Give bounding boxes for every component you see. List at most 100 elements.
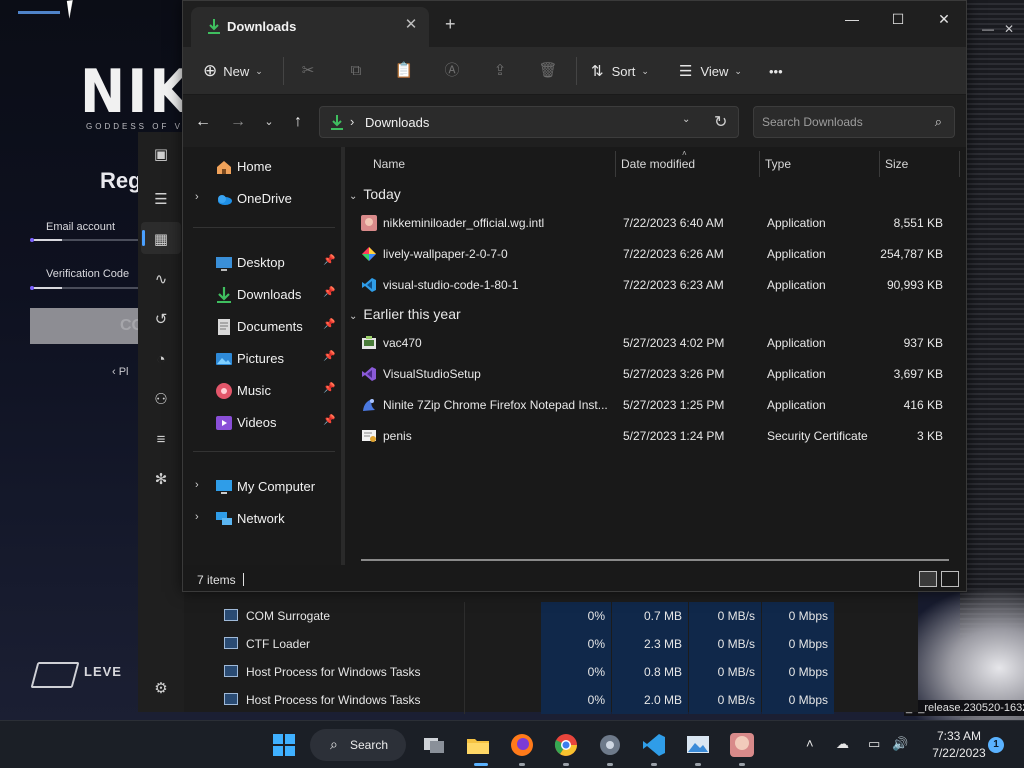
previous-link[interactable]: ‹ Pl xyxy=(112,366,129,378)
nav-item-onedrive[interactable]: › OneDrive xyxy=(183,185,341,213)
file-row[interactable]: penis 5/27/2023 1:24 PM Security Certifi… xyxy=(355,422,955,450)
nav-item-home[interactable]: Home xyxy=(183,153,341,181)
show-hidden-icons-chevron-icon[interactable]: ˄ xyxy=(806,736,814,751)
file-row[interactable]: nikkeminiloader_official.wg.intl 7/22/20… xyxy=(355,209,955,237)
clock-date[interactable]: 7/22/2023 xyxy=(930,746,988,760)
cut-icon[interactable]: ✂ xyxy=(296,59,320,83)
rename-icon[interactable]: Ⓐ xyxy=(440,59,464,83)
launcher-minimize-button[interactable]: — xyxy=(982,22,994,36)
refresh-icon[interactable]: ↻ xyxy=(714,112,727,132)
photo-viewer-icon[interactable] xyxy=(684,731,712,759)
nav-item-downloads[interactable]: Downloads 📌 xyxy=(183,281,341,309)
task-row[interactable]: CTF Loader 0% 2.3 MB 0 MB/s 0 Mbps xyxy=(184,630,918,658)
settings-gear-icon[interactable]: ⚙ xyxy=(151,678,171,698)
nav-item-my-computer[interactable]: › My Computer xyxy=(183,473,341,501)
volume-icon[interactable]: 🔊 xyxy=(892,736,908,752)
verification-field[interactable] xyxy=(34,287,144,289)
expand-chevron-icon[interactable]: › xyxy=(195,511,199,523)
share-icon[interactable]: ⇪ xyxy=(488,59,512,83)
task-row[interactable]: COM Surrogate 0% 0.7 MB 0 MB/s 0 Mbps xyxy=(184,602,918,630)
column-header-size[interactable]: Size xyxy=(885,157,908,171)
hamburger-menu-icon[interactable]: ☰ xyxy=(151,189,171,209)
recent-locations-icon[interactable]: ⌄ xyxy=(257,111,281,133)
new-tab-icon[interactable]: + xyxy=(445,15,456,33)
processes-icon[interactable]: ▦ xyxy=(151,229,171,249)
startup-apps-icon[interactable]: ◔ xyxy=(151,349,171,369)
close-button[interactable]: ✕ xyxy=(921,7,967,33)
file-row[interactable]: Ninite 7Zip Chrome Firefox Notepad Inst.… xyxy=(355,391,955,419)
tab-close-icon[interactable]: ✕ xyxy=(401,15,421,35)
details-view-icon[interactable] xyxy=(919,571,937,587)
expand-chevron-icon[interactable]: › xyxy=(195,191,199,203)
onedrive-tray-icon[interactable]: ☁ xyxy=(836,736,849,752)
nav-item-desktop[interactable]: Desktop 📌 xyxy=(183,249,341,277)
image-icon[interactable]: ▣ xyxy=(151,144,171,164)
pin-icon[interactable]: 📌 xyxy=(323,351,335,362)
notification-badge[interactable]: 1 xyxy=(988,737,1004,753)
task-row[interactable]: Host Process for Windows Tasks 0% 0.8 MB… xyxy=(184,658,918,686)
email-field[interactable] xyxy=(34,239,144,241)
launcher-close-button[interactable]: ✕ xyxy=(1004,22,1014,36)
pin-icon[interactable]: 📌 xyxy=(323,383,335,394)
column-header-type[interactable]: Type xyxy=(765,157,791,171)
settings-gear-icon[interactable] xyxy=(596,731,624,759)
column-header-name[interactable]: Name xyxy=(373,157,405,171)
tab-downloads[interactable]: Downloads ✕ xyxy=(191,7,429,47)
start-windows-icon[interactable] xyxy=(270,731,298,759)
minimize-button[interactable]: — xyxy=(829,7,875,33)
file-row[interactable]: vac470 5/27/2023 4:02 PM Application 937… xyxy=(355,329,955,357)
view-button[interactable]: ☰ View ⌄ xyxy=(679,59,742,83)
sort-button[interactable]: ⇅ Sort ⌄ xyxy=(591,59,649,83)
task-row[interactable]: Host Process for Windows Tasks 0% 2.0 MB… xyxy=(184,686,918,714)
expand-chevron-icon[interactable]: › xyxy=(195,479,199,491)
file-explorer-icon[interactable] xyxy=(464,731,492,759)
performance-icon[interactable]: ∿ xyxy=(151,269,171,289)
chrome-icon[interactable] xyxy=(552,731,580,759)
taskbar-search-box[interactable]: ⌕ Search xyxy=(310,729,406,761)
details-icon[interactable]: ≡ xyxy=(151,429,171,449)
new-button[interactable]: ⊕ New ⌄ xyxy=(203,59,263,83)
file-row[interactable]: visual-studio-code-1-80-1 7/22/2023 6:23… xyxy=(355,271,955,299)
collapse-chevron-icon[interactable]: ⌄ xyxy=(349,311,357,322)
address-dropdown-icon[interactable]: ⌄ xyxy=(682,114,690,125)
more-options-icon[interactable]: ••• xyxy=(769,59,783,83)
large-icons-view-icon[interactable] xyxy=(941,571,959,587)
services-icon[interactable]: ✻ xyxy=(151,469,171,489)
nav-item-videos[interactable]: Videos 📌 xyxy=(183,409,341,437)
forward-arrow-icon[interactable]: → xyxy=(226,111,250,133)
task-view-icon[interactable] xyxy=(420,731,448,759)
app-history-icon[interactable]: ↺ xyxy=(151,309,171,329)
delete-icon[interactable]: 🗑 xyxy=(536,59,560,83)
firefox-icon[interactable] xyxy=(508,731,536,759)
pin-icon[interactable]: 📌 xyxy=(323,255,335,266)
group-header-earlier-this-year[interactable]: ⌄ Earlier this year xyxy=(349,306,461,322)
paste-icon[interactable]: 📋 xyxy=(392,59,416,83)
file-row[interactable]: lively-wallpaper-2-0-7-0 7/22/2023 6:26 … xyxy=(355,240,955,268)
file-row[interactable]: VisualStudioSetup 5/27/2023 3:26 PM Appl… xyxy=(355,360,955,388)
view-label: View xyxy=(700,63,729,79)
clock-time[interactable]: 7:33 AM xyxy=(936,729,982,743)
display-tray-icon[interactable]: ▭ xyxy=(868,736,880,752)
collapse-chevron-icon[interactable]: ⌄ xyxy=(349,191,357,202)
pin-icon[interactable]: 📌 xyxy=(323,287,335,298)
vscode-taskbar-icon[interactable] xyxy=(640,731,668,759)
address-box[interactable]: › Downloads ⌄ ↻ xyxy=(319,106,739,138)
up-arrow-icon[interactable]: ↑ xyxy=(286,111,310,133)
users-icon[interactable]: ⚇ xyxy=(151,389,171,409)
column-header-date-modified[interactable]: Date modified xyxy=(621,157,695,171)
pin-icon[interactable]: 📌 xyxy=(323,319,335,330)
horizontal-scrollbar[interactable] xyxy=(361,559,949,561)
nav-item-music[interactable]: Music 📌 xyxy=(183,377,341,405)
maximize-button[interactable]: ☐ xyxy=(875,7,921,33)
nav-item-pictures[interactable]: Pictures 📌 xyxy=(183,345,341,373)
search-input[interactable]: Search Downloads ⌕ xyxy=(753,106,955,138)
nikke-launcher-icon[interactable] xyxy=(728,731,756,759)
back-arrow-icon[interactable]: ← xyxy=(191,111,215,133)
group-header-today[interactable]: ⌄ Today xyxy=(349,186,401,202)
pin-icon[interactable]: 📌 xyxy=(323,415,335,426)
copy-icon[interactable]: ⧉ xyxy=(344,59,368,83)
breadcrumb-downloads[interactable]: Downloads xyxy=(365,115,429,130)
nav-item-network[interactable]: › Network xyxy=(183,505,341,533)
confirm-button[interactable]: CO xyxy=(30,308,150,344)
nav-item-documents[interactable]: Documents 📌 xyxy=(183,313,341,341)
